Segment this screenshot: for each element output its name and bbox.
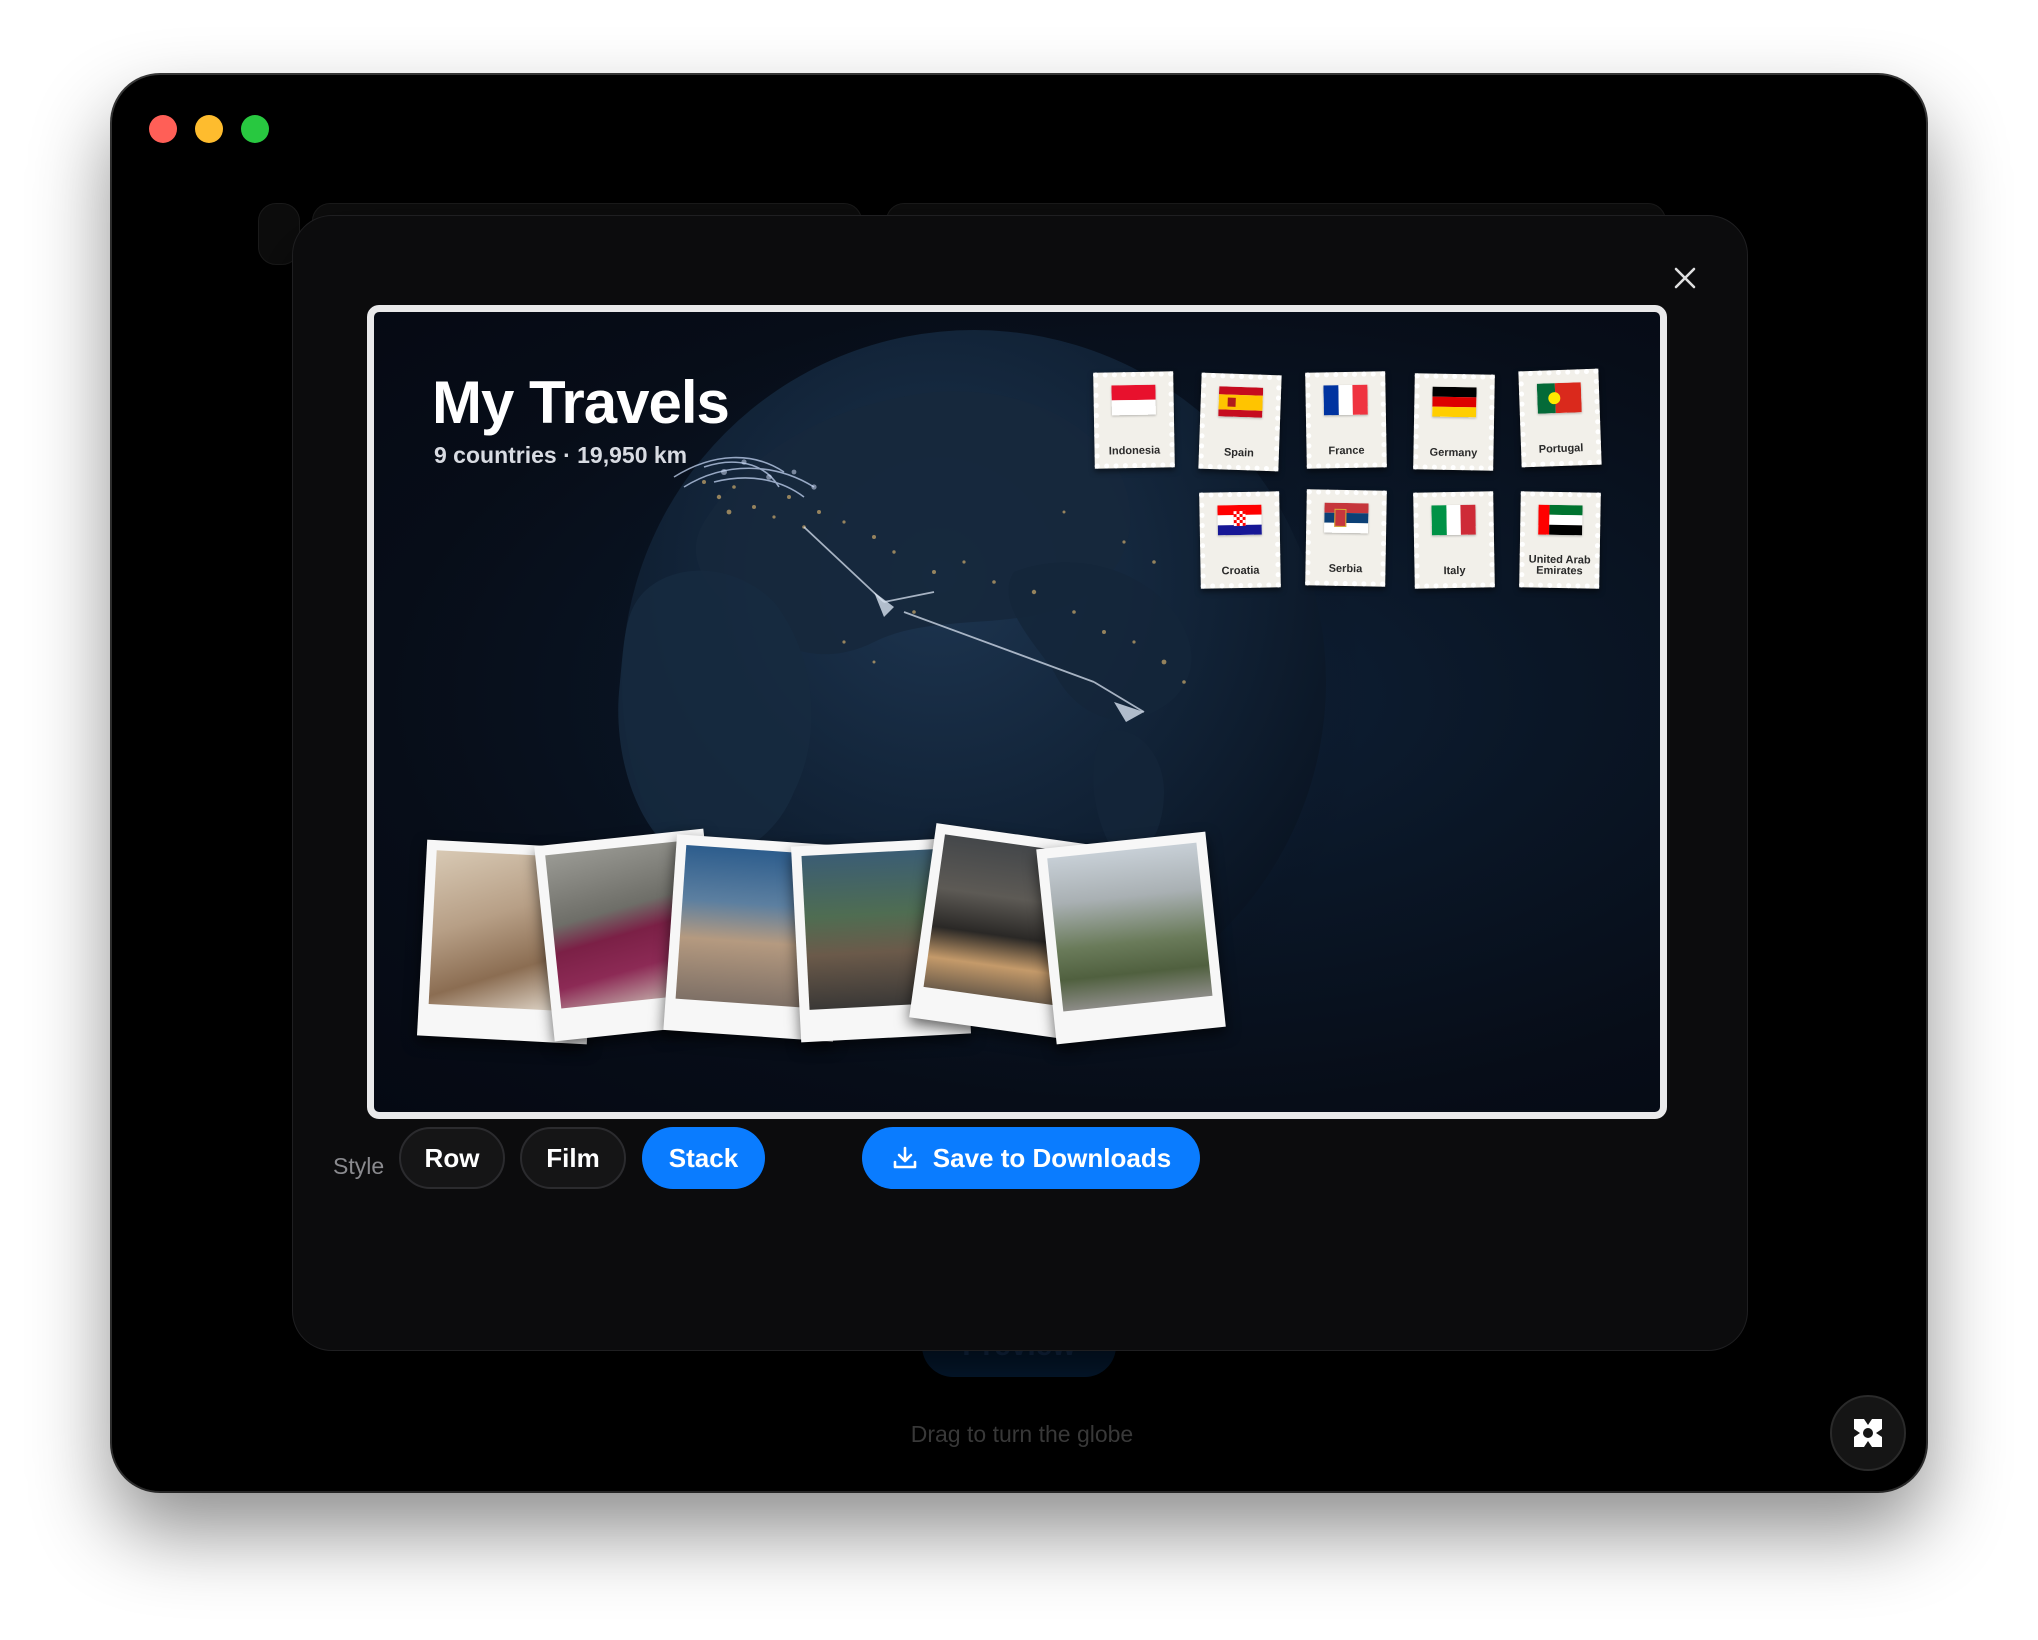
flag-uae-icon (1538, 504, 1583, 536)
photo (1047, 842, 1213, 1012)
stamp-croatia: Croatia (1199, 491, 1281, 589)
flag-serbia-icon (1324, 502, 1369, 534)
save-to-downloads-button[interactable]: Save to Downloads (862, 1127, 1200, 1189)
flag-italy-icon (1431, 504, 1476, 536)
stamp-label: Croatia (1221, 564, 1260, 578)
window-zoom-button[interactable] (241, 115, 269, 143)
app-logo-icon (1854, 1419, 1882, 1447)
card-subtitle: 9 countries · 19,950 km (434, 442, 688, 468)
app-window: Preview Drag to turn the globe (112, 75, 1926, 1491)
style-film-button[interactable]: Film (520, 1127, 626, 1189)
stamp-label: Italy (1443, 564, 1466, 578)
stamp-label: Serbia (1328, 562, 1363, 576)
stamp-serbia: Serbia (1305, 489, 1387, 587)
stamp-label: France (1328, 444, 1365, 458)
download-icon (893, 1146, 917, 1169)
stamp-label: Indonesia (1108, 444, 1161, 458)
bg-drag-hint: Drag to turn the globe (910, 1421, 1134, 1447)
window-close-button[interactable] (149, 115, 177, 143)
stamp-uae: United Arab Emirates (1519, 491, 1601, 589)
style-row-label: Row (424, 1142, 480, 1173)
stamp-label: Portugal (1538, 442, 1584, 456)
style-film-label: Film (546, 1142, 600, 1173)
card-title: My Travels (432, 369, 730, 436)
flag-spain-icon (1218, 386, 1264, 418)
stamp-label: United Arab Emirates (1528, 553, 1591, 578)
stamp-italy: Italy (1413, 491, 1495, 589)
flag-croatia-icon (1217, 504, 1262, 536)
close-icon (1674, 267, 1696, 289)
style-stack-button[interactable]: Stack (642, 1127, 765, 1189)
close-button[interactable] (1663, 256, 1707, 300)
style-row-button[interactable]: Row (399, 1127, 505, 1189)
stamp-portugal: Portugal (1518, 368, 1602, 468)
flag-france-icon (1323, 384, 1368, 416)
stamp-label: Germany (1429, 446, 1478, 460)
app-logo-button[interactable] (1830, 1395, 1906, 1471)
polaroid-photo (1036, 831, 1226, 1045)
stamp-france: France (1305, 371, 1387, 469)
stamp-indonesia: Indonesia (1093, 371, 1175, 469)
stamp-label: Spain (1223, 446, 1255, 460)
flag-germany-icon (1432, 386, 1477, 418)
flag-indonesia-icon (1111, 384, 1156, 416)
share-modal: My Travels 9 countries · 19,950 km Indon… (292, 215, 1748, 1351)
save-label: Save to Downloads (932, 1142, 1172, 1173)
stamp-spain: Spain (1198, 372, 1282, 472)
stamp-germany: Germany (1413, 373, 1495, 471)
traffic-lights (149, 115, 269, 143)
style-label: Style (333, 1153, 385, 1179)
window-minimize-button[interactable] (195, 115, 223, 143)
style-stack-label: Stack (668, 1142, 739, 1173)
flag-portugal-icon (1536, 382, 1582, 414)
travel-card-preview: My Travels 9 countries · 19,950 km Indon… (367, 305, 1667, 1119)
